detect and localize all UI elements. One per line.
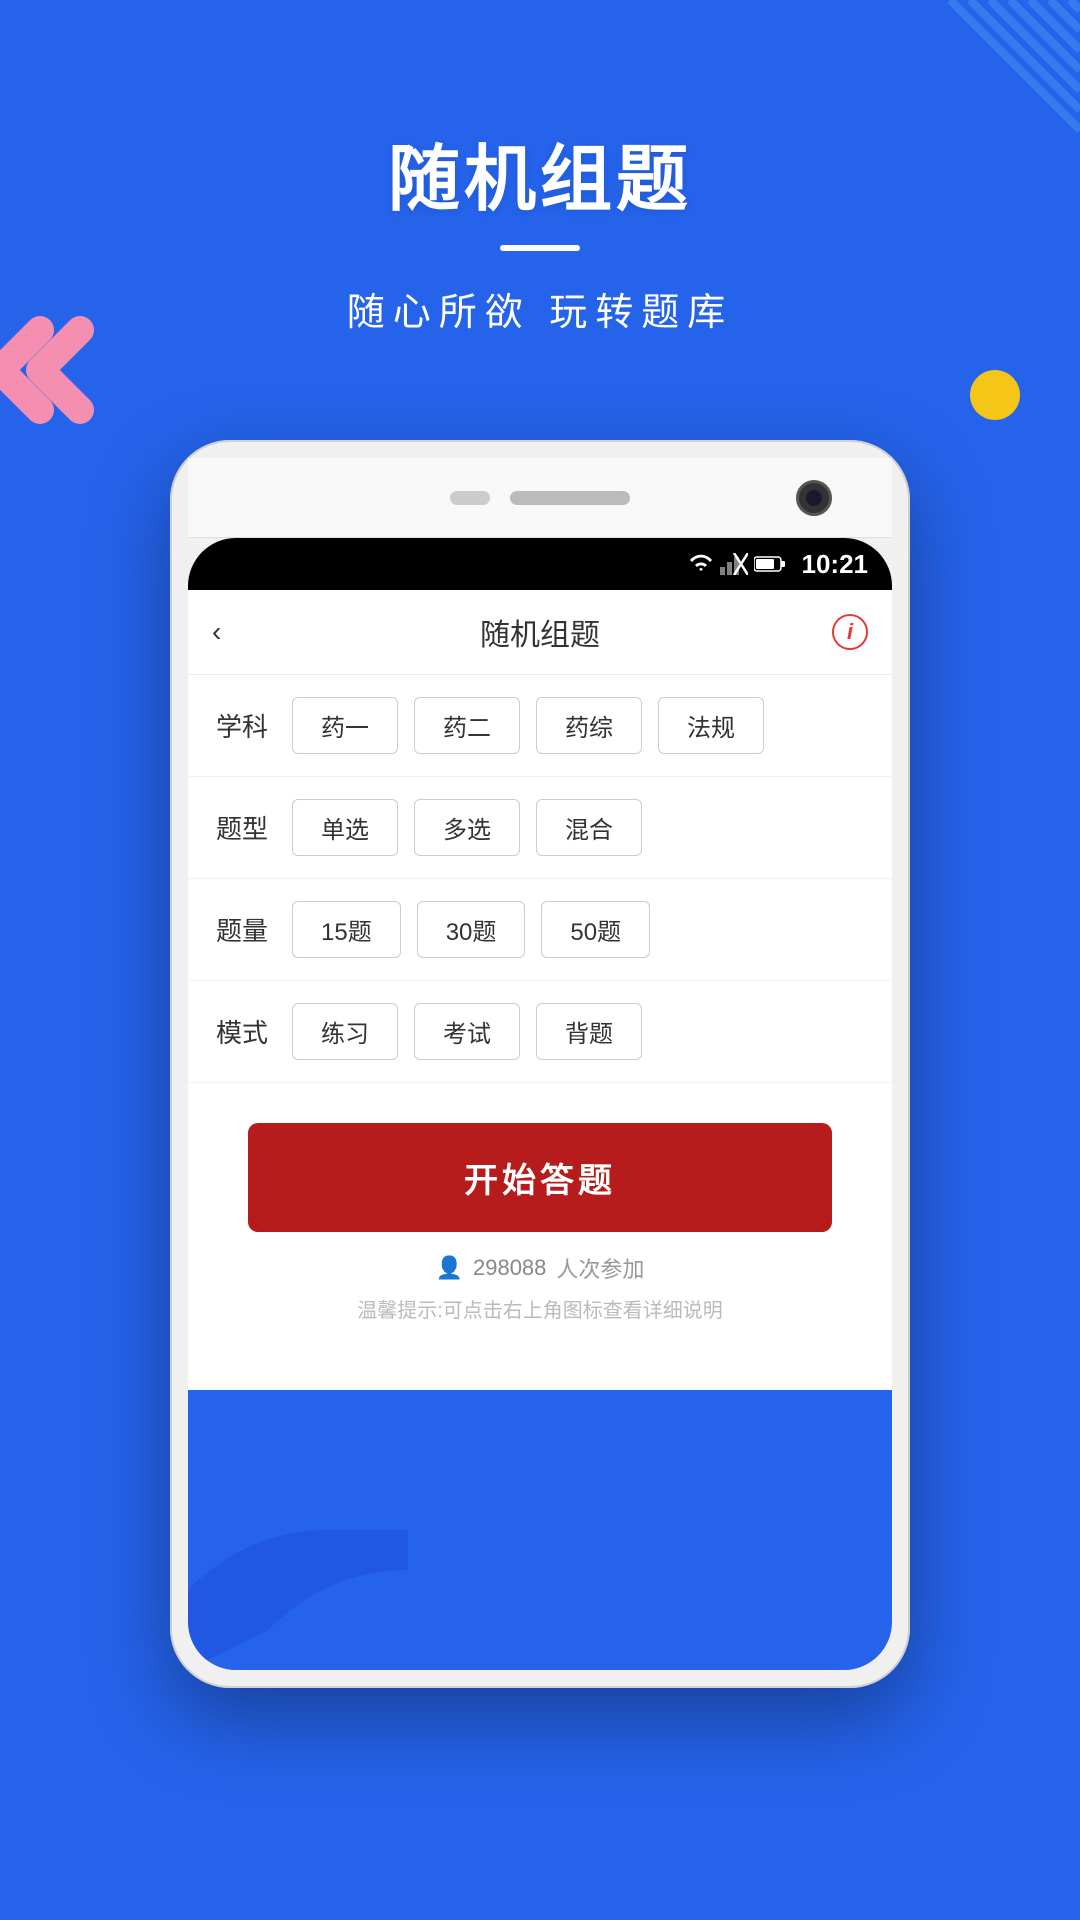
navigation-bar: ‹ 随机组题 i xyxy=(188,590,892,675)
mode-option-practice[interactable]: 练习 xyxy=(292,1003,398,1060)
phone-sensor-small xyxy=(450,491,490,505)
title-divider xyxy=(500,245,580,251)
action-area: 开始答题 👤 298088 人次参加 温馨提示:可点击右上角图标查看详细说明 xyxy=(188,1083,892,1343)
count-option-15[interactable]: 15题 xyxy=(292,901,401,958)
subject-option-4[interactable]: 法规 xyxy=(658,697,764,754)
count-option-50[interactable]: 50题 xyxy=(541,901,650,958)
subject-label: 学科 xyxy=(216,707,276,744)
count-label: 题量 xyxy=(216,911,276,948)
participants-icon: 👤 xyxy=(436,1255,463,1281)
subtitle: 随心所欲 玩转题库 xyxy=(0,281,1080,336)
app-content: ‹ 随机组题 i 学科 药一 药二 药综 法规 题型 xyxy=(188,590,892,1390)
subject-option-3[interactable]: 药综 xyxy=(536,697,642,754)
header-area: 随机组题 随心所欲 玩转题库 xyxy=(0,0,1080,336)
count-options: 15题 30题 50题 xyxy=(292,901,650,958)
yellow-dot-decoration xyxy=(970,370,1020,420)
nav-title: 随机组题 xyxy=(480,610,600,654)
subject-option-1[interactable]: 药一 xyxy=(292,697,398,754)
bottom-left-deco xyxy=(188,1530,408,1670)
subject-filter-section: 学科 药一 药二 药综 法规 xyxy=(188,675,892,777)
mode-option-exam[interactable]: 考试 xyxy=(414,1003,520,1060)
type-option-multi[interactable]: 多选 xyxy=(414,799,520,856)
mode-options: 练习 考试 背题 xyxy=(292,1003,642,1060)
status-bar: 10:21 xyxy=(188,538,892,590)
mode-label: 模式 xyxy=(216,1013,276,1050)
type-label: 题型 xyxy=(216,809,276,846)
wifi-icon xyxy=(688,553,714,575)
info-button[interactable]: i xyxy=(832,614,868,650)
type-filter-section: 题型 单选 多选 混合 xyxy=(188,777,892,879)
phone-bottom-blue xyxy=(188,1390,892,1670)
mode-option-memorize[interactable]: 背题 xyxy=(536,1003,642,1060)
phone-screen: 10:21 ‹ 随机组题 i 学科 药一 药二 药综 法规 xyxy=(188,538,892,1670)
phone-sensor-long xyxy=(510,491,630,505)
main-title: 随机组题 xyxy=(0,120,1080,225)
battery-icon xyxy=(754,555,786,573)
mode-filter-section: 模式 练习 考试 背题 xyxy=(188,981,892,1083)
phone-outer-shell: 10:21 ‹ 随机组题 i 学科 药一 药二 药综 法规 xyxy=(170,440,910,1688)
subject-option-2[interactable]: 药二 xyxy=(414,697,520,754)
type-option-single[interactable]: 单选 xyxy=(292,799,398,856)
count-filter-section: 题量 15题 30题 50题 xyxy=(188,879,892,981)
participants-count: 298088 xyxy=(473,1255,546,1281)
participants-info: 👤 298088 人次参加 xyxy=(436,1252,645,1284)
back-button[interactable]: ‹ xyxy=(212,616,221,648)
participants-suffix: 人次参加 xyxy=(556,1252,644,1284)
phone-mockup: 10:21 ‹ 随机组题 i 学科 药一 药二 药综 法规 xyxy=(170,440,910,1688)
start-button[interactable]: 开始答题 xyxy=(248,1123,832,1232)
status-icons xyxy=(688,553,786,575)
phone-camera xyxy=(796,480,832,516)
signal-icon xyxy=(720,553,748,575)
tip-text: 温馨提示:可点击右上角图标查看详细说明 xyxy=(357,1294,723,1323)
status-time: 10:21 xyxy=(802,549,869,580)
count-option-30[interactable]: 30题 xyxy=(417,901,526,958)
phone-top-bar xyxy=(188,458,892,538)
subject-options: 药一 药二 药综 法规 xyxy=(292,697,764,754)
type-options: 单选 多选 混合 xyxy=(292,799,642,856)
type-option-mixed[interactable]: 混合 xyxy=(536,799,642,856)
